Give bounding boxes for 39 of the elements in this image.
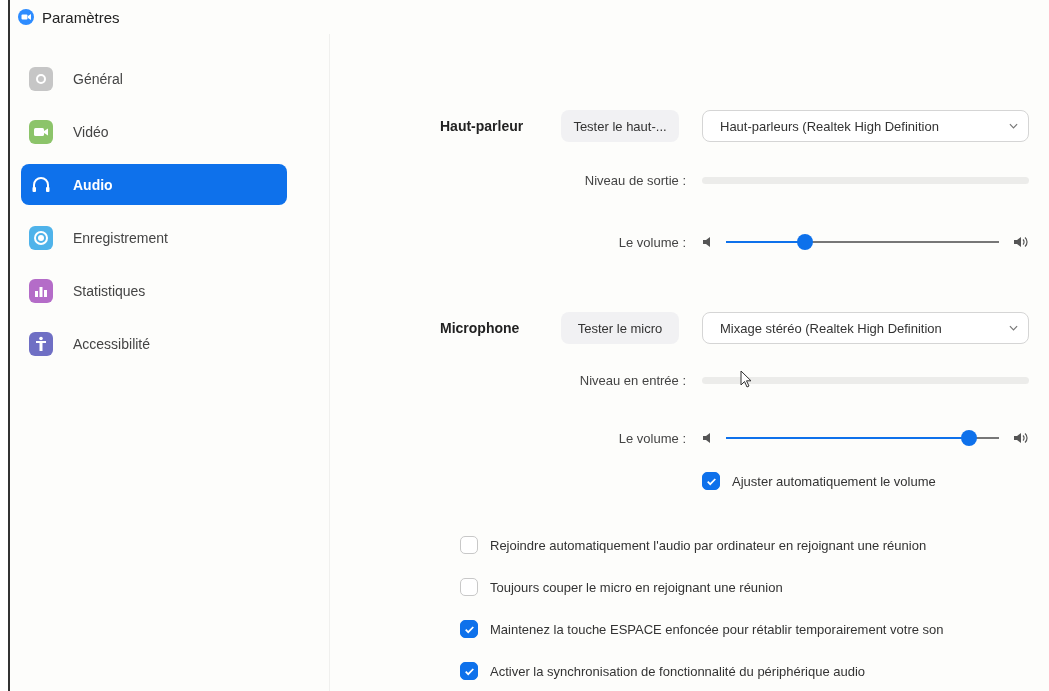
chevron-down-icon <box>1009 325 1018 331</box>
checkbox-label: Rejoindre automatiquement l'audio par ordinateur en rejoignant une réunion <box>490 537 927 553</box>
slider-thumb[interactable] <box>797 234 814 250</box>
test-button[interactable]: Tester le micro <box>561 312 679 344</box>
checkbox-label: Activer la synchronisation de fonctionnalité du périphérique audio <box>490 663 866 679</box>
sidebar-item[interactable]: Statistiques <box>21 270 287 311</box>
sidebar-item[interactable]: Général <box>21 58 287 99</box>
checkbox-label: Toujours couper le micro en rejoignant une réunion <box>490 579 783 595</box>
section-heading: Haut-parleur <box>440 118 525 134</box>
checkbox[interactable] <box>460 662 478 680</box>
device-dropdown[interactable]: Haut-parleurs (Realtek High Definition <box>702 110 1029 142</box>
field-label: Niveau de sortie : <box>583 172 687 188</box>
volume-slider[interactable] <box>726 234 999 250</box>
volume-slider[interactable] <box>726 430 999 446</box>
checkbox[interactable] <box>460 578 478 596</box>
checkbox-label: Ajuster automatiquement le volume <box>732 473 936 489</box>
checkbox[interactable] <box>460 536 478 554</box>
app-logo-icon <box>18 9 34 25</box>
test-button[interactable]: Tester le haut-... <box>561 110 679 142</box>
device-dropdown[interactable]: Mixage stéréo (Realtek High Definition <box>702 312 1029 344</box>
speaker-low-icon <box>702 432 712 444</box>
checkbox-label: Maintenez la touche ESPACE enfoncée pour rétablir temporairement votre son <box>490 621 944 637</box>
field-label: Le volume : <box>617 430 687 446</box>
speaker-loud-icon <box>1013 236 1029 248</box>
speaker-loud-icon <box>1013 432 1029 444</box>
chevron-down-icon <box>1009 123 1018 129</box>
field-label: Niveau en entrée : <box>578 372 687 388</box>
slider-thumb[interactable] <box>960 430 977 446</box>
section-heading: Microphone <box>440 320 521 336</box>
speaker-low-icon <box>702 236 712 248</box>
checkbox[interactable] <box>702 472 720 490</box>
sidebar-item[interactable]: Accessibilité <box>21 323 287 364</box>
checkbox[interactable] <box>460 620 478 638</box>
sidebar-item[interactable]: Audio <box>21 164 287 205</box>
field-label: Le volume : <box>617 234 687 250</box>
mouse-cursor-icon <box>740 370 752 388</box>
sidebar-item[interactable]: Enregistrement <box>21 217 287 258</box>
sidebar-item[interactable]: Vidéo <box>21 111 287 152</box>
window-title: Paramètres <box>42 8 120 26</box>
